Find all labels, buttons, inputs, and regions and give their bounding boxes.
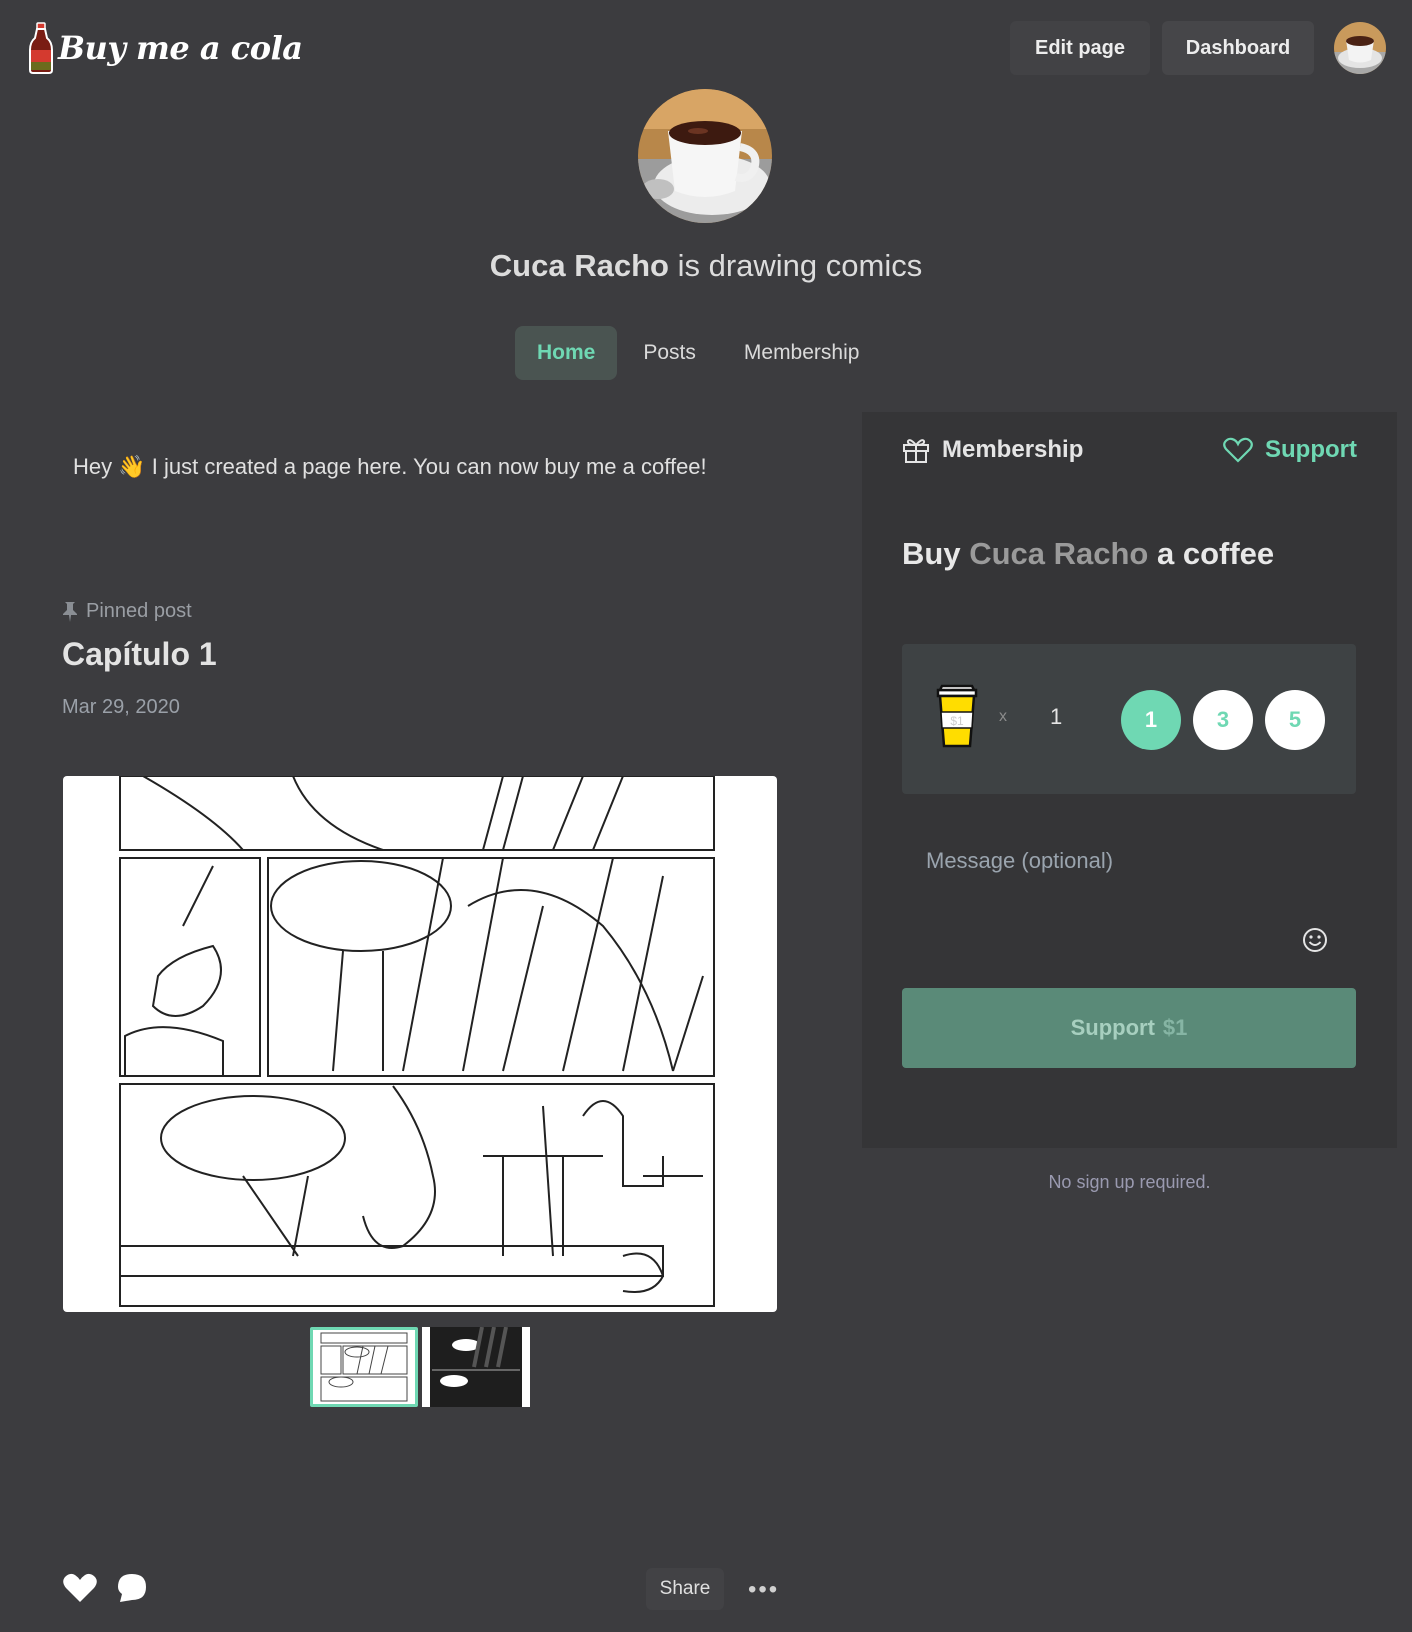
profile-avatar xyxy=(638,89,772,223)
share-button[interactable]: Share xyxy=(646,1568,724,1610)
intro-message: I just created a page here. You can now … xyxy=(151,454,707,479)
creator-tagline: is drawing comics xyxy=(677,248,923,283)
edit-page-button[interactable]: Edit page xyxy=(1010,21,1150,75)
post-date: Mar 29, 2020 xyxy=(62,696,180,718)
comment-icon[interactable] xyxy=(116,1572,148,1609)
cola-bottle-icon xyxy=(29,22,53,74)
page-tabs: Home Posts Membership xyxy=(515,326,881,380)
support-card: Membership Support Buy Cuca Racho a coff… xyxy=(862,412,1397,1148)
pinned-text: Pinned post xyxy=(86,600,192,622)
comic-thumbnail-2[interactable] xyxy=(422,1327,530,1407)
logo-text: Buy me a cola xyxy=(58,29,303,67)
tab-home[interactable]: Home xyxy=(515,326,618,380)
message-input[interactable] xyxy=(902,848,1356,968)
pinned-label: Pinned post xyxy=(62,600,192,623)
comic-page-image[interactable] xyxy=(63,776,777,1312)
buy-title: Buy Cuca Racho a coffee xyxy=(902,536,1274,572)
logo[interactable]: Buy me a cola xyxy=(28,22,303,74)
cup-price: $1 xyxy=(950,714,964,728)
thumbnail-lineart xyxy=(313,1330,415,1404)
quantity-option-1[interactable]: 1 xyxy=(1121,690,1181,750)
more-options-button[interactable]: ••• xyxy=(748,1576,779,1604)
coffee-cup-avatar-image xyxy=(1334,22,1386,74)
thumbnail-inked xyxy=(422,1327,530,1407)
tab-posts[interactable]: Posts xyxy=(621,326,718,380)
card-tabs: Membership Support xyxy=(902,436,1357,464)
comic-lineart-drawing xyxy=(119,776,715,1307)
coffee-cup-icon: $1 xyxy=(934,684,980,755)
quantity-value[interactable]: 1 xyxy=(1050,704,1062,730)
comic-thumbnail-1[interactable] xyxy=(310,1327,418,1407)
card-tab-membership[interactable]: Membership xyxy=(902,436,1083,464)
buy-suffix: a coffee xyxy=(1157,536,1275,571)
creator-name: Cuca Racho xyxy=(489,248,669,283)
buy-prefix: Buy xyxy=(902,536,961,571)
card-tab-support-label: Support xyxy=(1265,436,1357,463)
support-button-label: Support xyxy=(1070,1015,1155,1040)
heart-outline-icon xyxy=(1223,437,1253,463)
card-tab-support[interactable]: Support xyxy=(1223,436,1357,464)
tab-membership[interactable]: Membership xyxy=(722,326,882,380)
quantity-option-5[interactable]: 5 xyxy=(1265,690,1325,750)
buy-creator-name: Cuca Racho xyxy=(969,536,1149,571)
waving-hand-icon: 👋 xyxy=(118,454,146,479)
smiley-icon[interactable] xyxy=(1302,927,1328,958)
gift-icon xyxy=(903,439,929,463)
times-sign: x xyxy=(999,708,1007,725)
intro-text: Hey 👋 I just created a page here. You ca… xyxy=(73,454,707,480)
no-signup-note: No sign up required. xyxy=(1048,1172,1211,1192)
support-button-amount: $1 xyxy=(1162,1015,1188,1040)
coffee-cup-photo xyxy=(638,89,772,223)
intro-hey: Hey xyxy=(73,454,113,479)
quantity-selector: $1 x 1 1 3 5 xyxy=(902,644,1356,794)
heart-icon[interactable] xyxy=(62,1572,98,1609)
page-headline: Cuca Racho is drawing comics xyxy=(0,248,1412,284)
dashboard-button[interactable]: Dashboard xyxy=(1162,21,1314,75)
post-title[interactable]: Capítulo 1 xyxy=(62,636,217,673)
pin-icon xyxy=(63,601,77,622)
quantity-option-3[interactable]: 3 xyxy=(1193,690,1253,750)
card-tab-membership-label: Membership xyxy=(942,436,1084,463)
user-avatar[interactable] xyxy=(1334,22,1386,74)
support-button[interactable]: Support $1 xyxy=(902,988,1356,1068)
